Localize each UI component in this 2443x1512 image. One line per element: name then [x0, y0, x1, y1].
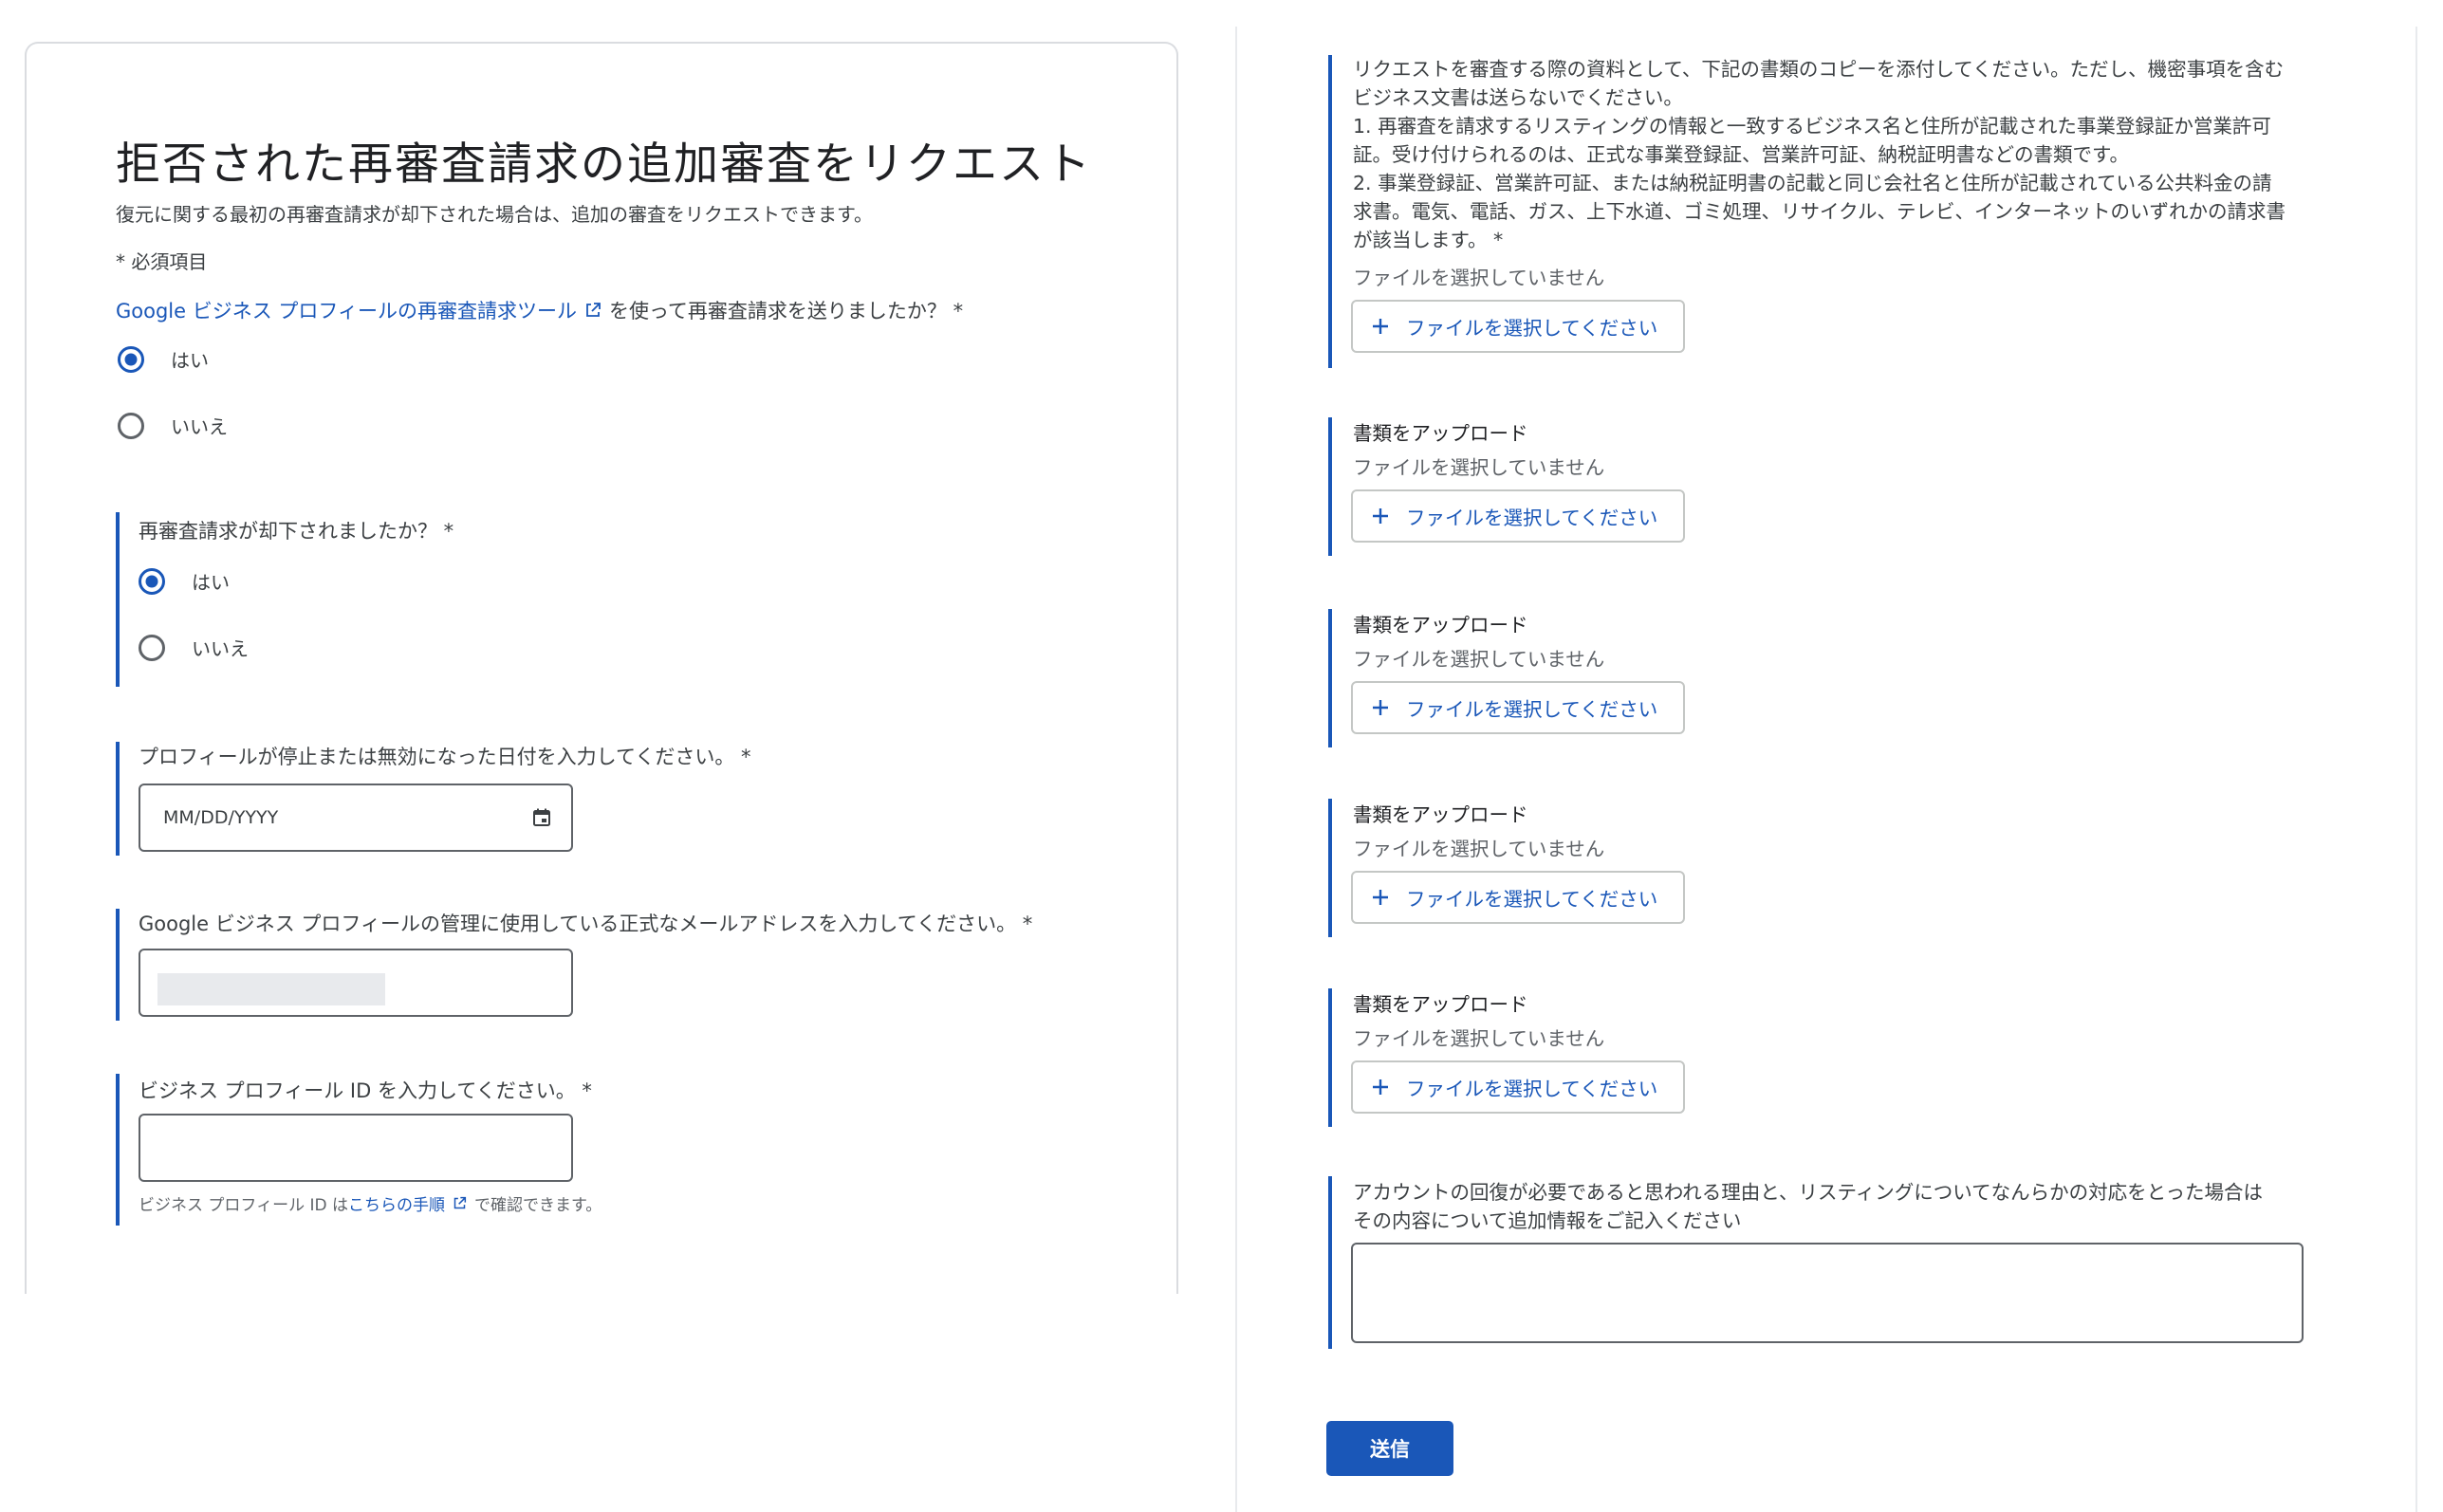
upload-status: ファイルを選択していません [1353, 456, 1605, 479]
radio-label: いいえ [192, 637, 249, 660]
instruction-line: 1. 再審査を請求するリスティングの情報と一致するビジネス名と住所が記載された事… [1353, 115, 2271, 138]
choose-file-button[interactable]: ファイルを選択してください [1351, 1060, 1685, 1114]
profile-id-field-label: ビジネス プロフィール ID を入力してください。 * [139, 1079, 592, 1102]
question-rejected-label: 再審査請求が却下されましたか？ * [139, 520, 454, 543]
instruction-line: 求書。電気、電話、ガス、上下水道、ゴミ処理、リサイクル、テレビ、インターネットの… [1353, 200, 2286, 223]
instruction-line: リクエストを審査する際の資料として、下記の書類のコピーを添付してください。ただし… [1353, 58, 2285, 81]
date-field-label: プロフィールが停止または無効になった日付を入力してください。 * [139, 746, 751, 768]
radio-label: いいえ [171, 415, 228, 438]
external-link-icon [453, 1196, 467, 1209]
upload-document-label: 書類をアップロード [1353, 993, 1528, 1016]
section-indicator-bar [1328, 988, 1332, 1127]
page-subtitle: 復元に関する最初の再審査請求が却下された場合は、追加の審査をリクエストできます。 [116, 203, 873, 226]
section-indicator-bar [1328, 417, 1332, 556]
upload-status: ファイルを選択していません [1353, 1027, 1605, 1050]
section-indicator-bar [116, 1074, 120, 1226]
radio-label: はい [192, 571, 230, 594]
email-field-label: Google ビジネス プロフィールの管理に使用している正式なメールアドレスを入… [139, 913, 1033, 935]
instruction-line: ビジネス文書は送らないでください。 [1353, 86, 1683, 109]
radio-unselected-icon[interactable] [118, 412, 144, 439]
radio-rejected-yes[interactable]: はい [139, 567, 230, 595]
appeal-tool-link[interactable]: Google ビジネス プロフィールの再審査請求ツール [116, 296, 577, 324]
upload-status: ファイルを選択していません [1353, 267, 1605, 289]
email-input[interactable] [139, 949, 573, 1017]
radio-selected-icon[interactable] [118, 345, 144, 373]
redacted-value [157, 973, 385, 1005]
section-indicator-bar [1328, 609, 1332, 747]
radio-selected-icon[interactable] [139, 567, 165, 595]
upload-document-label: 書類をアップロード [1353, 803, 1528, 826]
choose-file-button[interactable]: ファイルを選択してください [1351, 300, 1685, 353]
radio-appeal-tool-no[interactable]: いいえ [118, 412, 228, 439]
plus-icon [1373, 1079, 1388, 1095]
plus-icon [1373, 890, 1388, 905]
help-instructions-link[interactable]: こちらの手順 [348, 1191, 445, 1215]
radio-unselected-icon[interactable] [139, 634, 165, 661]
choose-file-label: ファイルを選択してください [1406, 1078, 1658, 1100]
section-indicator-bar [1328, 1176, 1332, 1349]
choose-file-label: ファイルを選択してください [1406, 507, 1658, 529]
radio-appeal-tool-yes[interactable]: はい [118, 345, 209, 373]
choose-file-label: ファイルを選択してください [1406, 698, 1658, 721]
plus-icon [1373, 319, 1388, 334]
choose-file-button[interactable]: ファイルを選択してください [1351, 681, 1685, 734]
upload-status: ファイルを選択していません [1353, 648, 1605, 671]
question-appeal-tool-suffix: を使って再審査請求を送りましたか？ * [608, 300, 964, 323]
section-indicator-bar [116, 742, 120, 856]
section-indicator-bar [1328, 799, 1332, 937]
section-indicator-bar [1328, 55, 1332, 368]
submit-button[interactable]: 送信 [1326, 1421, 1453, 1476]
choose-file-label: ファイルを選択してください [1406, 317, 1658, 340]
date-placeholder: MM/DD/YYYY [163, 807, 279, 828]
choose-file-button[interactable]: ファイルを選択してください [1351, 489, 1685, 543]
choose-file-button[interactable]: ファイルを選択してください [1351, 871, 1685, 924]
reason-textarea[interactable] [1351, 1243, 2304, 1343]
help-suffix: で確認できます。 [473, 1196, 602, 1215]
calendar-icon[interactable] [531, 807, 552, 828]
help-prefix: ビジネス プロフィール ID は [139, 1196, 348, 1215]
question-appeal-tool: Google ビジネス プロフィールの再審査請求ツール を使って再審査請求を送り… [116, 296, 963, 324]
document-instructions: リクエストを審査する際の資料として、下記の書類のコピーを添付してください。ただし… [1353, 55, 2313, 254]
reason-label-line: その内容について追加情報をご記入ください [1353, 1209, 1742, 1232]
choose-file-label: ファイルを選択してください [1406, 888, 1658, 911]
date-input[interactable]: MM/DD/YYYY [139, 784, 573, 852]
page-title: 拒否された再審査請求の追加審査をリクエスト [116, 138, 1092, 191]
reason-label-line: アカウントの回復が必要であると思われる理由と、リスティングについてなんらかの対応… [1353, 1181, 2263, 1204]
plus-icon [1373, 700, 1388, 715]
upload-document-label: 書類をアップロード [1353, 614, 1528, 636]
section-indicator-bar [116, 909, 120, 1021]
radio-rejected-no[interactable]: いいえ [139, 634, 249, 661]
instruction-line: 証。受け付けられるのは、正式な事業登録証、営業許可証、納税証明書などの書類です。 [1353, 143, 2129, 166]
plus-icon [1373, 508, 1388, 524]
profile-id-input[interactable] [139, 1114, 573, 1182]
instruction-line: が該当します。 * [1353, 229, 1504, 251]
instruction-line: 2. 事業登録証、営業許可証、または納税証明書の記載と同じ会社名と住所が記載され… [1353, 172, 2272, 194]
form-card-left [25, 42, 1178, 1294]
upload-document-label: 書類をアップロード [1353, 422, 1528, 445]
upload-status: ファイルを選択していません [1353, 838, 1605, 860]
required-note: * 必須項目 [116, 250, 208, 273]
section-indicator-bar [116, 512, 120, 687]
external-link-icon [586, 303, 601, 317]
radio-label: はい [171, 349, 209, 372]
profile-id-help: ビジネス プロフィール ID は こちらの手順 で確認できます。 [139, 1191, 601, 1215]
reason-field-label: アカウントの回復が必要であると思われる理由と、リスティングについてなんらかの対応… [1353, 1178, 2311, 1235]
